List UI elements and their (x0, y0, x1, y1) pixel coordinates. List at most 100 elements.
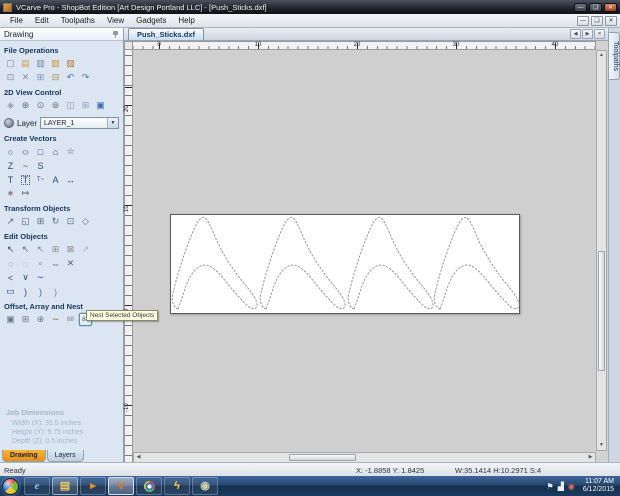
material-sheet[interactable] (170, 214, 520, 314)
taskbar-explorer[interactable]: ▤ (52, 477, 78, 495)
distort-icon[interactable]: ◇ (79, 215, 92, 228)
close-button[interactable]: ✕ (604, 2, 617, 12)
draw-polyline-icon[interactable]: Z (4, 159, 17, 172)
tray-alert-icon[interactable]: ◉ (568, 482, 575, 491)
array-copy-icon[interactable]: ⊞ (19, 313, 32, 326)
push-stick-shape[interactable] (171, 216, 258, 310)
new-file-icon[interactable]: ▢ (4, 57, 17, 70)
draw-text-icon[interactable]: T (4, 173, 17, 186)
tray-flag-icon[interactable]: ⚑ (547, 482, 554, 491)
canvas-viewport[interactable] (133, 50, 596, 451)
tab-close-icon[interactable]: ✕ (594, 29, 605, 39)
mdi-restore-button[interactable]: ❏ (591, 15, 603, 26)
redo-icon[interactable]: ↷ (79, 71, 92, 84)
pin-icon[interactable] (112, 30, 119, 38)
tab-layers[interactable]: Layers (46, 450, 84, 462)
block-array-icon[interactable]: 88 (64, 313, 77, 326)
dimension-icon[interactable]: ↔ (64, 173, 77, 186)
offset-icon[interactable]: ▣ (4, 313, 17, 326)
menu-view[interactable]: View (101, 15, 130, 26)
taskbar-lightning-app[interactable]: ϟ (164, 477, 190, 495)
tab-scroll-right-icon[interactable]: ▶ (582, 29, 593, 39)
taskbar-clock[interactable]: 11:07 AM 6/12/2015 (579, 478, 614, 494)
trim-icon[interactable]: ◌ (19, 257, 32, 270)
close-vector-icon[interactable]: ∨ (19, 271, 32, 284)
copy-icon[interactable]: ⊞ (34, 71, 47, 84)
delete-icon[interactable]: ✕ (64, 257, 77, 270)
tab-drawing[interactable]: Drawing (2, 450, 46, 462)
tray-network-icon[interactable]: ▟ (558, 482, 564, 491)
taskbar-mediaplayer[interactable]: ▸ (80, 477, 106, 495)
view-split-icon[interactable]: ⊞ (79, 99, 92, 112)
text-spacing-icon[interactable]: A (49, 173, 62, 186)
node-edit-icon[interactable]: ↖ (19, 243, 32, 256)
push-stick-shape[interactable] (433, 216, 520, 310)
export-vectors-icon[interactable]: ▨ (64, 57, 77, 70)
taskbar-ie[interactable]: e (24, 477, 50, 495)
arc-fit-icon[interactable]: ) (19, 285, 32, 298)
freehand-draw-icon[interactable]: ∗ (4, 187, 17, 200)
draw-ellipse-icon[interactable]: ○ (19, 145, 32, 158)
zoom-in-icon[interactable]: ⊕ (19, 99, 32, 112)
ungroup-icon[interactable]: ⊠ (64, 243, 77, 256)
scroll-up-icon[interactable]: ▲ (597, 51, 606, 60)
taskbar-chrome[interactable] (136, 477, 162, 495)
minimize-button[interactable]: — (574, 2, 587, 12)
weld-icon[interactable]: ◌ (4, 257, 17, 270)
fit-curve-icon[interactable]: ∼ (34, 271, 47, 284)
draw-polygon-icon[interactable]: ⌂ (49, 145, 62, 158)
measure-icon[interactable]: ↦ (19, 187, 32, 200)
tab-scroll-left-icon[interactable]: ◀ (570, 29, 581, 39)
push-stick-shape[interactable] (347, 216, 434, 310)
taskbar-gray-app[interactable]: ◉ (192, 477, 218, 495)
fillet-icon[interactable]: ∘ (34, 257, 47, 270)
scroll-right-icon[interactable]: ▶ (586, 453, 595, 462)
move-icon[interactable]: ↗ (4, 215, 17, 228)
pan-icon[interactable]: ◈ (4, 99, 17, 112)
save-file-icon[interactable]: ▥ (34, 57, 47, 70)
chevron-down-icon[interactable]: ▼ (107, 118, 118, 128)
scale-icon[interactable]: ⊡ (64, 215, 77, 228)
edit-rectangle-icon[interactable]: ▭ (4, 285, 17, 298)
menu-file[interactable]: File (4, 15, 29, 26)
horizontal-scrollbar-thumb[interactable] (289, 454, 356, 461)
interactive-select-icon[interactable]: ↖ (34, 243, 47, 256)
draw-rectangle-icon[interactable]: □ (34, 145, 47, 158)
taskbar-vcarve[interactable]: V (108, 477, 134, 495)
group-icon[interactable]: ⊞ (49, 243, 62, 256)
text-on-curve-icon[interactable]: T~ (34, 173, 47, 186)
vertical-scrollbar-thumb[interactable] (598, 251, 605, 371)
draw-star-icon[interactable]: ☆ (64, 145, 77, 158)
set-position-icon[interactable]: ◱ (19, 215, 32, 228)
zoom-box-icon[interactable]: ⊙ (34, 99, 47, 112)
paste-icon[interactable]: ⊟ (49, 71, 62, 84)
draw-circle-icon[interactable]: ○ (4, 145, 17, 158)
rotate-icon[interactable]: ↻ (49, 215, 62, 228)
draw-arc-icon[interactable]: ~ (19, 159, 32, 172)
zoom-extents-icon[interactable]: ⊚ (49, 99, 62, 112)
push-stick-vectors[interactable] (171, 215, 521, 315)
mdi-minimize-button[interactable]: — (577, 15, 589, 26)
start-button[interactable] (2, 477, 19, 495)
snap-icon[interactable]: ↗ (79, 243, 92, 256)
scroll-left-icon[interactable]: ◀ (134, 453, 143, 462)
menu-help[interactable]: Help (172, 15, 200, 26)
import-vectors-icon[interactable]: ▧ (49, 57, 62, 70)
join-open-vectors-icon[interactable]: < (4, 271, 17, 284)
vertical-scrollbar[interactable]: ▲ ▼ (596, 50, 607, 451)
cut-icon[interactable]: ✕ (19, 71, 32, 84)
align-icon[interactable]: ⊞ (34, 215, 47, 228)
maximize-button[interactable]: ❏ (589, 2, 602, 12)
copy-along-vector-icon[interactable]: ∼ (49, 313, 62, 326)
draw-curve-icon[interactable]: S (34, 159, 47, 172)
bezier-fit-icon[interactable]: ) (34, 285, 47, 298)
menu-gadgets[interactable]: Gadgets (130, 15, 172, 26)
line-fit-icon[interactable]: ) (49, 285, 62, 298)
job-setup-icon[interactable]: ⊡ (4, 71, 17, 84)
tab-toolpaths[interactable]: Toolpaths (608, 32, 620, 80)
menu-edit[interactable]: Edit (29, 15, 55, 26)
scroll-down-icon[interactable]: ▼ (597, 441, 606, 450)
view-half-icon[interactable]: ◫ (64, 99, 77, 112)
layer-dropdown[interactable]: LAYER_1 ▼ (40, 117, 119, 129)
stretch-icon[interactable]: ⇔ (49, 257, 62, 270)
